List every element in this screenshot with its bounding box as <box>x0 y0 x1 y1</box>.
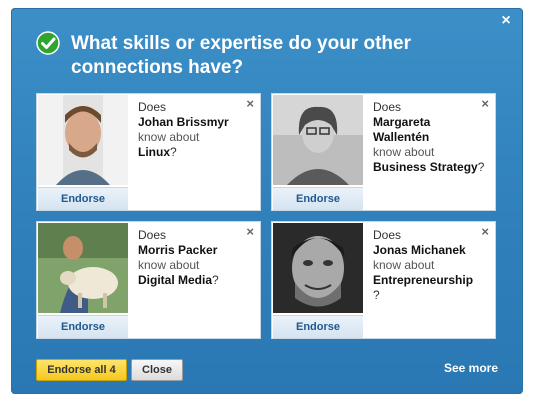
endorse-button[interactable]: Endorse <box>38 187 128 210</box>
question-mark: ? <box>373 288 380 302</box>
photo-morris <box>38 223 128 313</box>
checkmark-icon <box>36 31 60 55</box>
does-label: Does <box>138 100 167 114</box>
person-name: Johan Brissmyr <box>138 115 229 129</box>
photo-jonas <box>273 223 363 313</box>
know-about-label: know about <box>373 258 435 272</box>
endorse-all-button[interactable]: Endorse all 4 <box>36 359 127 381</box>
skill-name: Entrepreneurship <box>373 273 474 287</box>
dialog-close-icon[interactable]: × <box>499 13 513 29</box>
see-more-link[interactable]: See more <box>444 361 498 375</box>
card-text: Does Jonas Michanek know about Entrepren… <box>373 228 488 303</box>
skill-name: Linux <box>138 145 170 159</box>
endorse-card-johan: Endorse × Does Johan Brissmyr know about… <box>36 93 261 211</box>
card-text: Does Margareta Wallentén know about Busi… <box>373 100 488 175</box>
endorse-card-jonas: Endorse × Does Jonas Michanek know about… <box>271 221 496 339</box>
person-name: Morris Packer <box>138 243 218 257</box>
card-text: Does Johan Brissmyr know about Linux? <box>138 100 253 160</box>
photo-johan <box>38 95 128 185</box>
know-about-label: know about <box>138 130 200 144</box>
close-button[interactable]: Close <box>131 359 183 381</box>
question-mark: ? <box>477 160 485 174</box>
does-label: Does <box>373 228 402 242</box>
person-name: Jonas Michanek <box>373 243 466 257</box>
know-about-label: know about <box>138 258 200 272</box>
endorse-card-margareta: Endorse × Does Margareta Wallentén know … <box>271 93 496 211</box>
know-about-label: know about <box>373 145 435 159</box>
dialog-title: What skills or expertise do your other c… <box>71 33 411 78</box>
skill-name: Digital Media <box>138 273 213 287</box>
does-label: Does <box>138 228 167 242</box>
endorse-button[interactable]: Endorse <box>273 187 363 210</box>
endorse-button[interactable]: Endorse <box>273 315 363 338</box>
endorse-button[interactable]: Endorse <box>38 315 128 338</box>
question-mark: ? <box>212 273 219 287</box>
skill-name: Business Strategy <box>373 160 478 174</box>
question-mark: ? <box>170 145 177 159</box>
card-text: Does Morris Packer know about Digital Me… <box>138 228 253 288</box>
endorsement-dialog: × What skills or expertise do your other… <box>11 8 523 394</box>
person-name: Margareta Wallentén <box>373 115 431 144</box>
endorse-card-morris: Endorse × Does Morris Packer know about … <box>36 221 261 339</box>
does-label: Does <box>373 100 402 114</box>
photo-margareta <box>273 95 363 185</box>
